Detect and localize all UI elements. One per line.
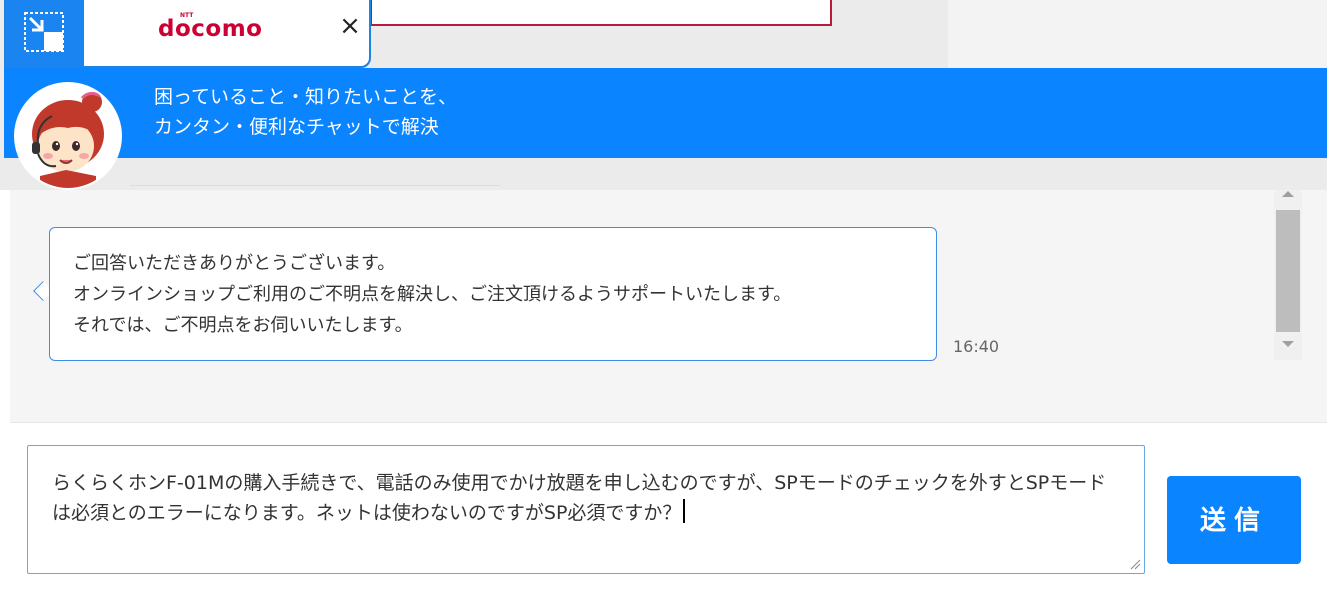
text-caret xyxy=(683,499,686,523)
header-text: 困っていること・知りたいことを、 カンタン・便利なチャットで解決 xyxy=(154,82,457,142)
scrollbar-thumb[interactable] xyxy=(1276,210,1300,332)
avatar-illustration-icon xyxy=(16,84,120,188)
message-timestamp: 16:40 xyxy=(953,337,1000,356)
minimize-icon[interactable] xyxy=(24,12,64,52)
minimize-button[interactable] xyxy=(6,0,84,68)
chat-window: NTT docomo × 困っていること・知りたいことを、 カンタン・便利なチャ… xyxy=(0,0,1327,593)
left-edge xyxy=(0,190,8,533)
send-button[interactable]: 送信 xyxy=(1167,476,1301,564)
resize-grip-icon[interactable] xyxy=(1129,558,1141,570)
widget-tab: NTT docomo × xyxy=(4,0,371,68)
header-banner: 困っていること・知りたいことを、 カンタン・便利なチャットで解決 xyxy=(4,68,1327,158)
header-line-1: 困っていること・知りたいことを、 xyxy=(154,86,458,108)
bot-message-text: ご回答いただきありがとうございます。 オンラインショップご利用のご不明点を解決し… xyxy=(73,253,792,336)
message-input-text[interactable]: らくらくホンF-01Mの購入手続きで、電話のみ使用でかけ放題を申し込むのですが、… xyxy=(52,468,1114,528)
header-line-2: カンタン・便利なチャットで解決 xyxy=(154,116,439,138)
operator-avatar xyxy=(14,82,122,190)
close-icon[interactable]: × xyxy=(336,12,364,40)
scroll-up-icon[interactable] xyxy=(1282,191,1294,197)
message-input-value: らくらくホンF-01Mの購入手続きで、電話のみ使用でかけ放題を申し込むのですが、… xyxy=(52,472,1107,524)
scroll-down-icon[interactable] xyxy=(1282,341,1294,347)
docomo-logo: docomo xyxy=(158,16,263,42)
message-input[interactable]: らくらくホンF-01Mの購入手続きで、電話のみ使用でかけ放題を申し込むのですが、… xyxy=(27,445,1145,574)
bot-message-bubble: ご回答いただきありがとうございます。 オンラインショップご利用のご不明点を解決し… xyxy=(49,227,937,361)
background-card xyxy=(370,0,832,26)
divider xyxy=(130,185,500,186)
background-panel xyxy=(948,0,1327,68)
